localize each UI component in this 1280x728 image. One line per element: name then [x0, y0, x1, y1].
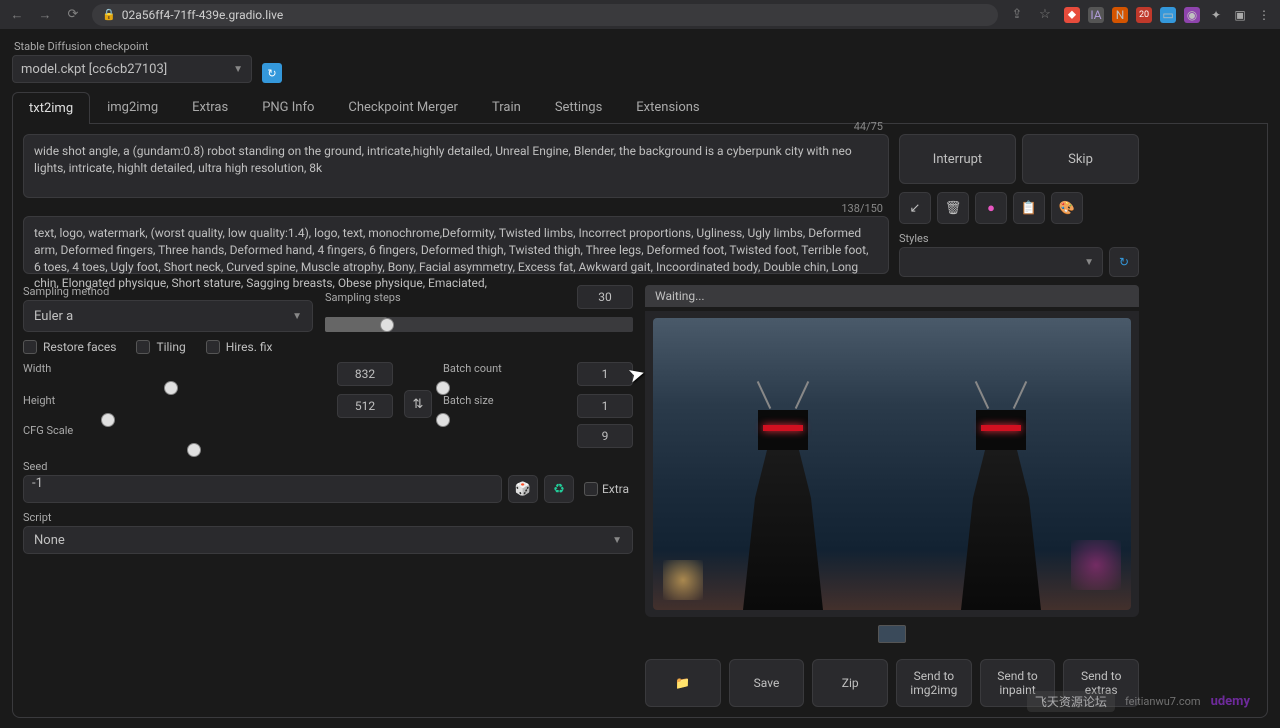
- checkpoint-label: Stable Diffusion checkpoint: [14, 40, 252, 53]
- seed-extra-checkbox[interactable]: Extra: [580, 482, 633, 496]
- panel-icon[interactable]: ▣: [1232, 7, 1248, 23]
- tab-img2img[interactable]: img2img: [90, 91, 175, 123]
- sampling-steps-slider[interactable]: [325, 317, 633, 332]
- output-thumbnail[interactable]: [878, 625, 906, 643]
- output-status: Waiting...: [645, 285, 1139, 307]
- seed-random-button[interactable]: 🎲: [508, 475, 538, 503]
- tab-extensions[interactable]: Extensions: [619, 91, 716, 123]
- seed-label: Seed: [23, 460, 633, 473]
- tab-settings[interactable]: Settings: [538, 91, 619, 123]
- negative-prompt-input[interactable]: text, logo, watermark, (worst quality, l…: [23, 216, 889, 274]
- sampling-steps-label: Sampling steps: [325, 291, 401, 304]
- restore-faces-checkbox[interactable]: Restore faces: [23, 340, 116, 354]
- chevron-down-icon: ▼: [292, 311, 302, 322]
- batch-count-value[interactable]: 1: [577, 362, 633, 386]
- extension-icons: ⬥ IA N 20 ▭ ◉ ✦ ▣ ⋮: [1064, 7, 1272, 23]
- trash-icon-button[interactable]: 🗑: [937, 192, 969, 224]
- output-image-area: ✕: [645, 311, 1139, 617]
- ext-icon[interactable]: ⬥: [1064, 7, 1080, 23]
- tab-extras[interactable]: Extras: [175, 91, 245, 123]
- height-value[interactable]: 512: [337, 394, 393, 418]
- cfg-label: CFG Scale: [23, 424, 73, 448]
- cfg-value[interactable]: 9: [577, 424, 633, 448]
- url-bar[interactable]: 🔒 02a56ff4-71ff-439e.gradio.live: [92, 4, 998, 26]
- tab-checkpoint-merger[interactable]: Checkpoint Merger: [331, 91, 475, 123]
- tiling-checkbox[interactable]: Tiling: [136, 340, 185, 354]
- ext-icon[interactable]: N: [1112, 7, 1128, 23]
- star-icon[interactable]: ☆: [1036, 6, 1054, 24]
- paint-icon-button[interactable]: 🎨: [1051, 192, 1083, 224]
- styles-label: Styles: [899, 232, 1103, 245]
- seed-recycle-button[interactable]: ♻: [544, 475, 574, 503]
- reload-button[interactable]: ⟳: [64, 6, 82, 24]
- back-button[interactable]: ←: [8, 6, 26, 24]
- clipboard-icon-button[interactable]: 📋: [1013, 192, 1045, 224]
- sampling-method-select[interactable]: Euler a ▼: [23, 300, 313, 332]
- puzzle-icon[interactable]: ✦: [1208, 7, 1224, 23]
- browser-bar: ← → ⟳ 🔒 02a56ff4-71ff-439e.gradio.live ⇪…: [0, 0, 1280, 30]
- send-img2img-button[interactable]: Send to img2img: [896, 659, 972, 707]
- open-folder-button[interactable]: 📁: [645, 659, 721, 707]
- hires-fix-checkbox[interactable]: Hires. fix: [206, 340, 273, 354]
- lock-icon: 🔒: [102, 8, 116, 21]
- watermark: 飞天资源论坛 feitianwu7.com udemy: [1027, 691, 1250, 712]
- seed-input[interactable]: -1: [23, 475, 502, 503]
- tab-png-info[interactable]: PNG Info: [245, 91, 331, 123]
- zip-button[interactable]: Zip: [812, 659, 888, 707]
- url-text: 02a56ff4-71ff-439e.gradio.live: [122, 8, 284, 22]
- styles-select[interactable]: ▼: [899, 247, 1103, 277]
- batch-count-label: Batch count: [443, 362, 502, 386]
- tab-train[interactable]: Train: [475, 91, 538, 123]
- forward-button[interactable]: →: [36, 6, 54, 24]
- ext-icon[interactable]: 20: [1136, 7, 1152, 23]
- height-label: Height: [23, 394, 55, 418]
- ext-icon[interactable]: ◉: [1184, 7, 1200, 23]
- swap-dimensions-button[interactable]: ⇅: [404, 390, 432, 418]
- batch-size-label: Batch size: [443, 394, 494, 418]
- batch-size-value[interactable]: 1: [577, 394, 633, 418]
- prompt-counter: 44/75: [854, 120, 883, 133]
- menu-icon[interactable]: ⋮: [1256, 7, 1272, 23]
- skip-button[interactable]: Skip: [1022, 134, 1139, 184]
- chevron-down-icon: ▼: [233, 64, 243, 75]
- main-tabs: txt2imgimg2imgExtrasPNG InfoCheckpoint M…: [12, 91, 1268, 124]
- tab-txt2img[interactable]: txt2img: [12, 92, 90, 124]
- script-label: Script: [23, 511, 633, 524]
- prompt-input[interactable]: wide shot angle, a (gundam:0.8) robot st…: [23, 134, 889, 198]
- save-button[interactable]: Save: [729, 659, 805, 707]
- arrow-icon-button[interactable]: ↙: [899, 192, 931, 224]
- share-icon[interactable]: ⇪: [1008, 6, 1026, 24]
- style-icon-button[interactable]: ●: [975, 192, 1007, 224]
- generated-image[interactable]: [653, 318, 1131, 610]
- interrupt-button[interactable]: Interrupt: [899, 134, 1016, 184]
- chevron-down-icon: ▼: [612, 535, 622, 546]
- refresh-checkpoint-button[interactable]: ↻: [262, 63, 282, 83]
- width-label: Width: [23, 362, 51, 386]
- checkpoint-select[interactable]: model.ckpt [cc6cb27103] ▼: [12, 55, 252, 83]
- sampling-steps-value[interactable]: 30: [577, 285, 633, 309]
- ext-icon[interactable]: ▭: [1160, 7, 1176, 23]
- ext-icon[interactable]: IA: [1088, 7, 1104, 23]
- neg-prompt-counter: 138/150: [841, 202, 883, 215]
- width-value[interactable]: 832: [337, 362, 393, 386]
- styles-refresh-button[interactable]: ↻: [1109, 247, 1139, 277]
- script-select[interactable]: None ▼: [23, 526, 633, 554]
